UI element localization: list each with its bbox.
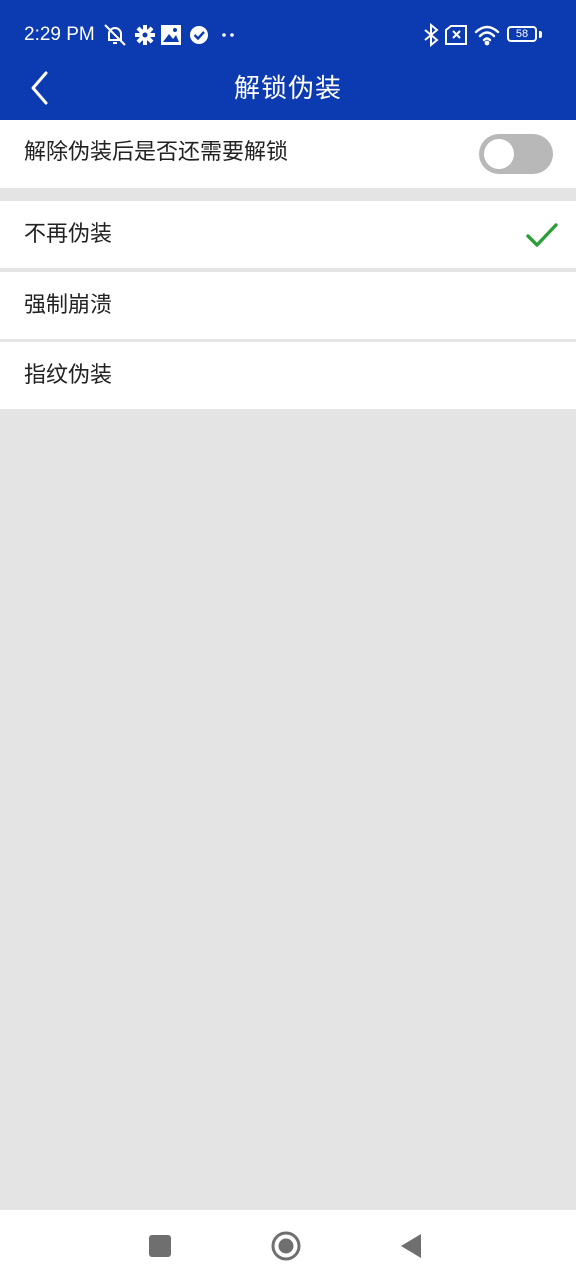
status-time: 2:29 PM: [24, 24, 95, 45]
option-fingerprint-disguise[interactable]: 指纹伪装: [0, 342, 576, 409]
checkmark-icon: [524, 219, 560, 251]
check-circle-icon: [186, 22, 212, 48]
system-nav-bar: [0, 1210, 576, 1280]
status-bar: 2:29 PM 58: [0, 0, 576, 70]
bluetooth-icon: [418, 22, 444, 48]
option-label: 不再伪装: [24, 222, 113, 247]
gear-icon: [132, 22, 158, 48]
battery-icon: 58: [507, 26, 537, 42]
toggle-knob: [484, 139, 514, 169]
unlock-toggle-switch[interactable]: [479, 134, 553, 174]
unlock-setting-row: 解除伪装后是否还需要解锁: [0, 120, 576, 188]
app-bar: 解锁伪装: [0, 70, 576, 120]
home-button[interactable]: [270, 1230, 302, 1262]
alarm-off-icon: [102, 22, 128, 48]
option-label: 指纹伪装: [24, 363, 113, 388]
recents-square-icon: [149, 1235, 171, 1257]
back-nav-button[interactable]: [396, 1230, 428, 1262]
option-force-crash[interactable]: 强制崩溃: [0, 272, 576, 339]
no-sim-icon: [443, 22, 469, 48]
home-circle-icon: [271, 1231, 301, 1261]
page-title: 解锁伪装: [233, 74, 342, 104]
wifi-icon: [474, 22, 500, 48]
recents-button[interactable]: [144, 1230, 176, 1262]
option-label: 强制崩溃: [24, 293, 113, 318]
back-triangle-icon: [401, 1234, 421, 1258]
gallery-icon: [158, 22, 184, 48]
battery-tip: [539, 31, 542, 38]
option-no-disguise[interactable]: 不再伪装: [0, 201, 576, 268]
more-dots-icon: [216, 22, 242, 48]
unlock-toggle-label: 解除伪装后是否还需要解锁: [24, 140, 289, 165]
